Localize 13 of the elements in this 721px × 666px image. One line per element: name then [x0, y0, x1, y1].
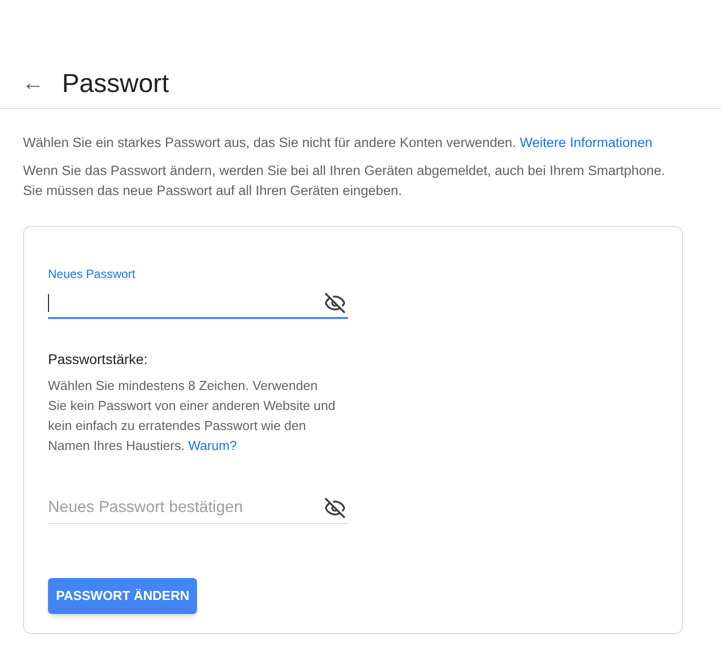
change-password-button[interactable]: PASSWORT ÄNDERN	[48, 578, 198, 614]
eye-off-icon[interactable]	[324, 497, 346, 519]
eye-off-icon[interactable]	[324, 292, 346, 314]
text-cursor	[48, 294, 49, 312]
back-button[interactable]: ←	[22, 72, 44, 94]
strength-title: Passwortstärke:	[48, 350, 149, 369]
info-paragraph: Wählen Sie ein starkes Passwort aus, das Sie nicht für andere Konten verwenden. Weitere Informationen	[23, 134, 654, 152]
field-label: Neues Passwort	[48, 266, 136, 283]
info-link[interactable]: Weitere Informationen	[520, 135, 652, 150]
page-title: Passwort	[62, 66, 169, 100]
strength-hint: Wählen Sie mindestens 8 Zeichen. Verwenden Sie kein Passwort von einer anderen Website und kein einfach zu erratendes Passwort wie den Namen Ihres Haustiers. Warum?	[48, 377, 336, 455]
why-link[interactable]: Warum?	[188, 438, 237, 453]
info-paragraph: Wenn Sie das Passwort ändern, werden Sie bei all Ihren Geräten abgemeldet, auch bei Ihrem Smartphone. Sie müssen das neue Passwort auf all Ihren Geräten eingeben.	[23, 162, 666, 200]
